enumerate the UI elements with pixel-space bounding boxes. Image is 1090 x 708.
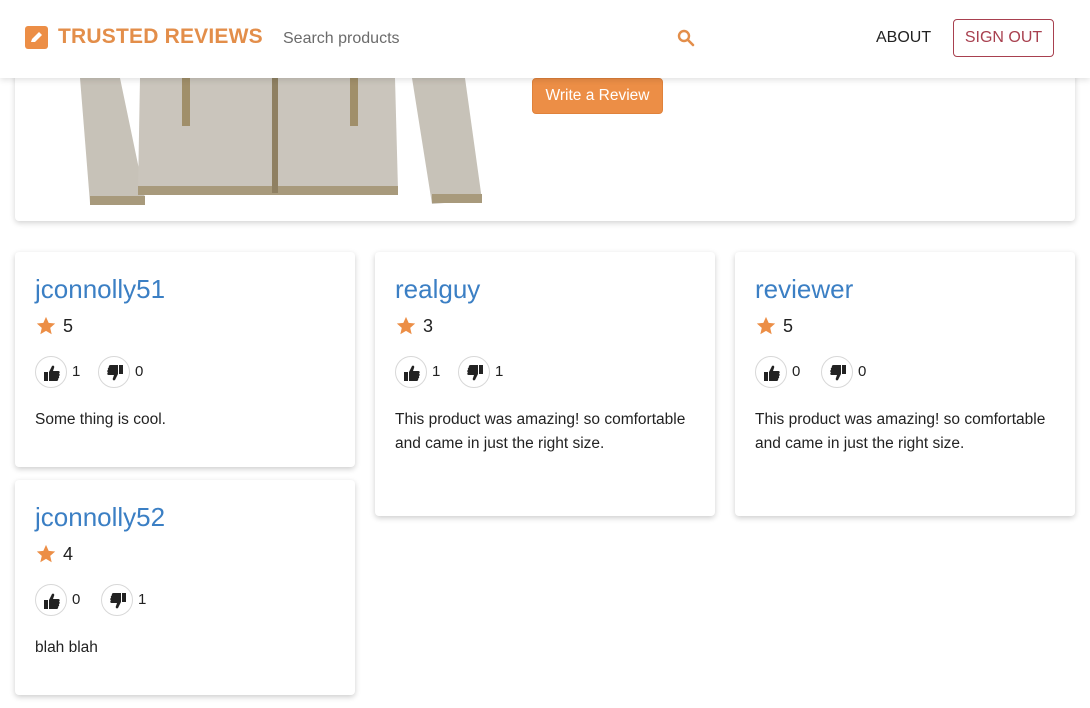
- upvote-button[interactable]: [35, 356, 67, 388]
- reviewer-name-link[interactable]: jconnolly51: [35, 274, 165, 305]
- thumbs-up-icon: [44, 365, 60, 381]
- thumbs-up-icon: [44, 593, 60, 609]
- review-text: blah blah: [35, 639, 98, 656]
- thumbs-down-icon: [110, 593, 126, 609]
- sign-out-button[interactable]: SIGN OUT: [953, 19, 1054, 57]
- review-card: reviewer 5 0 0 This product was amazing!…: [735, 252, 1075, 516]
- top-navbar: TRUSTED REVIEWS ABOUT SIGN OUT: [0, 0, 1090, 78]
- review-text: This product was amazing! so comfortable…: [755, 411, 1046, 452]
- rating-value: 3: [423, 316, 434, 336]
- search-input[interactable]: [275, 24, 705, 54]
- downvote-button[interactable]: [98, 356, 130, 388]
- upvote-button[interactable]: [395, 356, 427, 388]
- star-icon: [396, 316, 416, 335]
- reviewer-name-link[interactable]: jconnolly52: [35, 502, 165, 533]
- brand-title[interactable]: TRUSTED REVIEWS: [58, 25, 263, 49]
- star-icon: [756, 316, 776, 335]
- thumbs-down-icon: [830, 365, 846, 381]
- review-card: jconnolly52 4 0 1 blah blah: [15, 480, 355, 695]
- downvote-count: 0: [858, 363, 867, 380]
- downvote-button[interactable]: [821, 356, 853, 388]
- downvote-count: 1: [495, 363, 504, 380]
- upvote-count: 1: [72, 363, 81, 380]
- thumbs-up-icon: [764, 365, 780, 381]
- downvote-button[interactable]: [458, 356, 490, 388]
- review-text: Some thing is cool.: [35, 411, 166, 428]
- reviewer-name-link[interactable]: reviewer: [755, 274, 853, 305]
- downvote-button[interactable]: [101, 584, 133, 616]
- product-image: [80, 78, 482, 205]
- review-text: This product was amazing! so comfortable…: [395, 411, 686, 452]
- rating-value: 5: [783, 316, 794, 336]
- star-icon: [36, 316, 56, 335]
- downvote-count: 0: [135, 363, 144, 380]
- thumbs-down-icon: [107, 365, 123, 381]
- review-card: realguy 3 1 1 This product was amazing! …: [375, 252, 715, 516]
- pencil-square-icon[interactable]: [25, 26, 48, 49]
- downvote-count: 1: [138, 591, 147, 608]
- rating-value: 5: [63, 316, 74, 336]
- thumbs-up-icon: [404, 365, 420, 381]
- review-card: jconnolly51 5 1 0 Some thing is cool.: [15, 252, 355, 467]
- about-link[interactable]: ABOUT: [876, 29, 931, 47]
- upvote-button[interactable]: [35, 584, 67, 616]
- reviewer-name-link[interactable]: realguy: [395, 274, 480, 305]
- upvote-button[interactable]: [755, 356, 787, 388]
- upvote-count: 1: [432, 363, 441, 380]
- thumbs-down-icon: [467, 365, 483, 381]
- rating-value: 4: [63, 544, 74, 564]
- upvote-count: 0: [72, 591, 81, 608]
- upvote-count: 0: [792, 363, 801, 380]
- star-icon: [36, 544, 56, 563]
- search-icon[interactable]: [677, 29, 695, 47]
- write-review-button[interactable]: Write a Review: [532, 78, 663, 114]
